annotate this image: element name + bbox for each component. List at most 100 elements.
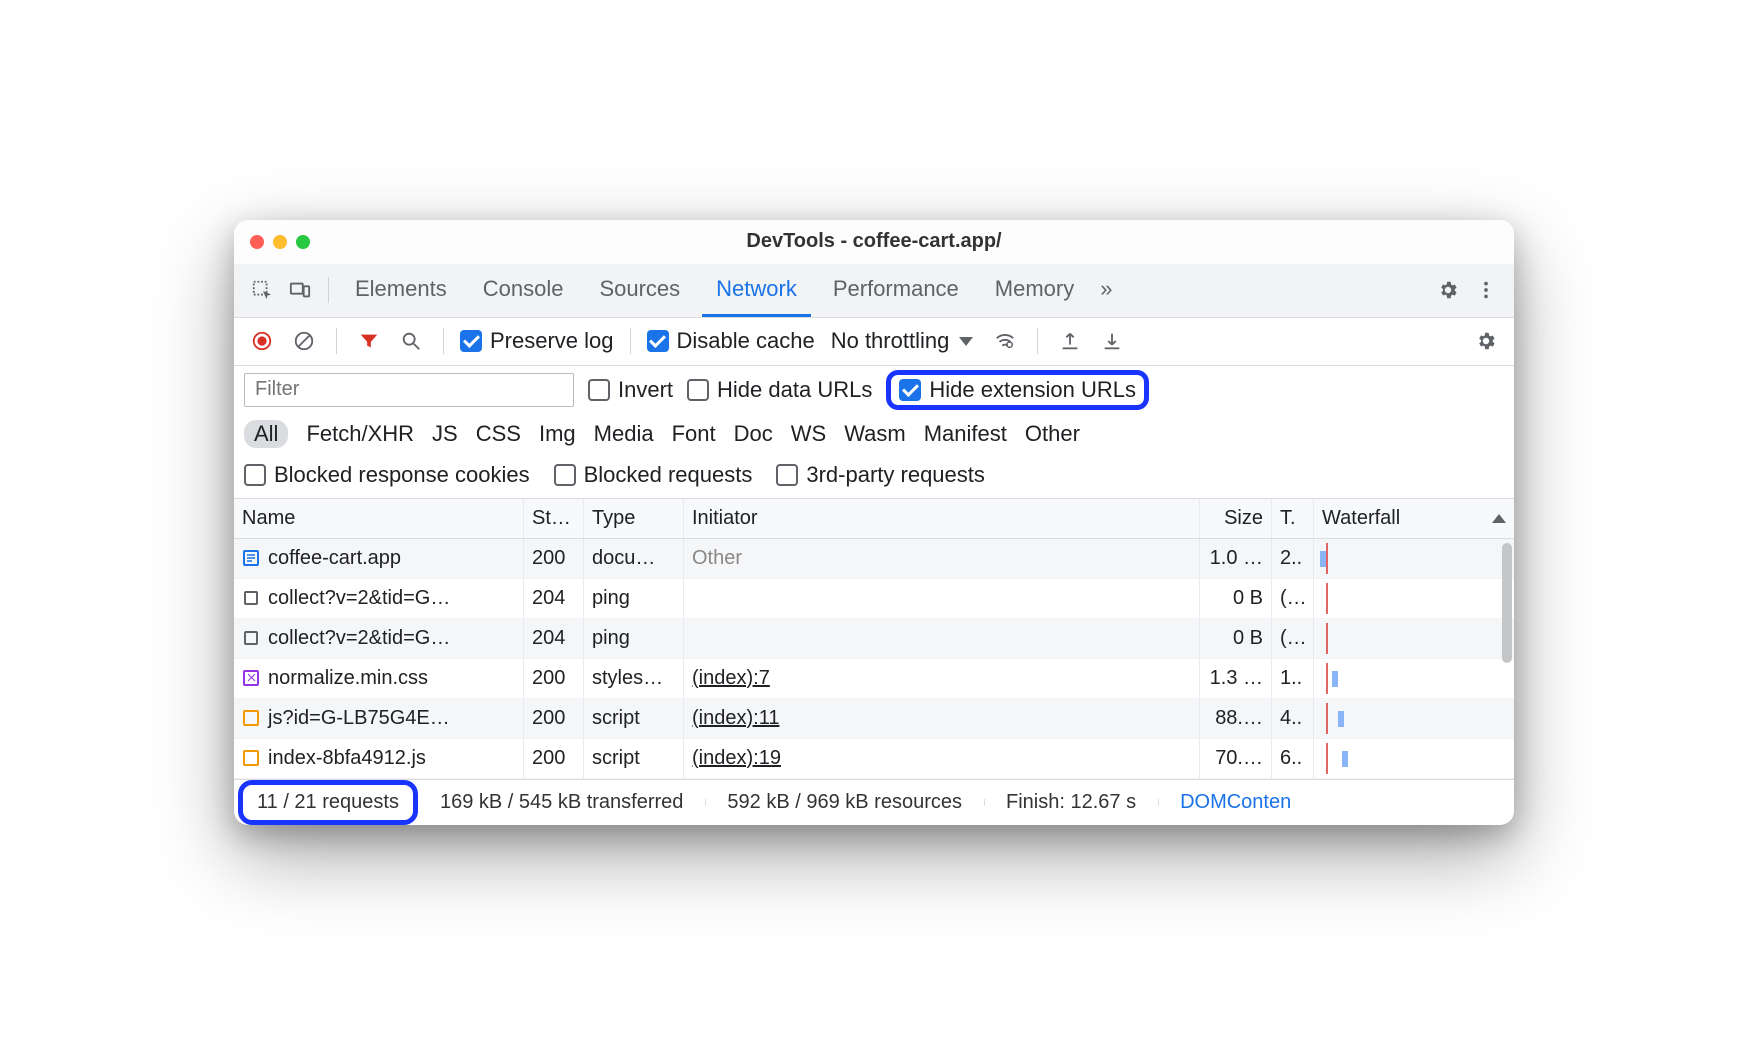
kebab-menu-icon[interactable]	[1470, 274, 1502, 306]
settings-icon[interactable]	[1432, 274, 1464, 306]
file-type-icon	[242, 669, 260, 687]
invert-label: Invert	[618, 377, 673, 403]
table-row[interactable]: collect?v=2&tid=G…204ping0 B(…	[234, 619, 1514, 659]
filter-row: Invert Hide data URLs Hide extension URL…	[234, 366, 1514, 414]
tab-memory[interactable]: Memory	[981, 263, 1088, 317]
blocked-cookies-checkbox[interactable]: Blocked response cookies	[244, 462, 530, 488]
hide-extension-urls-checkbox[interactable]: Hide extension URLs	[899, 377, 1136, 403]
requests-count-highlight: 11 / 21 requests	[238, 780, 418, 825]
more-tabs-button[interactable]: »	[1094, 263, 1118, 317]
panel-tabs: ElementsConsoleSourcesNetworkPerformance…	[341, 263, 1088, 317]
waterfall-marker	[1326, 663, 1328, 694]
window-title: DevTools - coffee-cart.app/	[234, 230, 1514, 253]
tab-network[interactable]: Network	[702, 263, 811, 317]
filter-type-ws[interactable]: WS	[791, 421, 826, 447]
request-time: 2..	[1272, 539, 1314, 578]
request-name: index-8bfa4912.js	[268, 747, 426, 770]
request-size: 1.0 …	[1200, 539, 1272, 578]
filter-type-js[interactable]: JS	[432, 421, 458, 447]
filter-input[interactable]	[244, 373, 574, 407]
request-size: 0 B	[1200, 579, 1272, 618]
tab-console[interactable]: Console	[469, 263, 578, 317]
waterfall-marker	[1326, 743, 1328, 774]
table-row[interactable]: coffee-cart.app200docu…Other1.0 …2..	[234, 539, 1514, 579]
tab-sources[interactable]: Sources	[585, 263, 694, 317]
col-waterfall[interactable]: Waterfall	[1314, 499, 1514, 538]
request-name: collect?v=2&tid=G…	[268, 587, 450, 610]
filter-type-img[interactable]: Img	[539, 421, 576, 447]
preserve-log-checkbox[interactable]: Preserve log	[460, 328, 614, 354]
request-status: 204	[524, 619, 584, 658]
checkbox-icon	[899, 379, 921, 401]
divider	[630, 328, 631, 354]
record-button[interactable]	[246, 325, 278, 357]
waterfall-cell	[1314, 619, 1514, 658]
col-type[interactable]: Type	[584, 499, 684, 538]
filter-type-other[interactable]: Other	[1025, 421, 1080, 447]
initiator-link[interactable]: (index):19	[692, 747, 781, 770]
device-toolbar-icon[interactable]	[284, 274, 316, 306]
waterfall-bar	[1342, 751, 1348, 767]
col-initiator[interactable]: Initiator	[684, 499, 1200, 538]
waterfall-cell	[1314, 699, 1514, 738]
hide-data-urls-checkbox[interactable]: Hide data URLs	[687, 377, 872, 403]
request-status: 200	[524, 699, 584, 738]
network-conditions-icon[interactable]	[989, 325, 1021, 357]
table-row[interactable]: collect?v=2&tid=G…204ping0 B(…	[234, 579, 1514, 619]
col-time[interactable]: T.	[1272, 499, 1314, 538]
waterfall-cell	[1314, 739, 1514, 778]
divider	[336, 328, 337, 354]
third-party-checkbox[interactable]: 3rd-party requests	[776, 462, 985, 488]
checkbox-icon	[647, 330, 669, 352]
filter-type-css[interactable]: CSS	[476, 421, 521, 447]
third-party-label: 3rd-party requests	[806, 462, 985, 488]
filter-type-manifest[interactable]: Manifest	[924, 421, 1007, 447]
disable-cache-label: Disable cache	[677, 328, 815, 354]
tab-elements[interactable]: Elements	[341, 263, 461, 317]
col-status[interactable]: St…	[524, 499, 584, 538]
disable-cache-checkbox[interactable]: Disable cache	[647, 328, 815, 354]
clear-log-button[interactable]	[288, 325, 320, 357]
table-row[interactable]: js?id=G-LB75G4E…200script(index):1188.…4…	[234, 699, 1514, 739]
blocked-requests-checkbox[interactable]: Blocked requests	[554, 462, 753, 488]
table-row[interactable]: normalize.min.css200styles…(index):71.3 …	[234, 659, 1514, 699]
import-har-icon[interactable]	[1096, 325, 1128, 357]
network-settings-icon[interactable]	[1470, 325, 1502, 357]
waterfall-marker	[1326, 543, 1328, 574]
blocked-cookies-label: Blocked response cookies	[274, 462, 530, 488]
col-name[interactable]: Name	[234, 499, 524, 538]
invert-checkbox[interactable]: Invert	[588, 377, 673, 403]
export-har-icon[interactable]	[1054, 325, 1086, 357]
checkbox-icon	[776, 464, 798, 486]
inspect-element-icon[interactable]	[246, 274, 278, 306]
filter-type-doc[interactable]: Doc	[734, 421, 773, 447]
resources-size: 592 kB / 969 kB resources	[705, 791, 984, 814]
initiator-link[interactable]: (index):7	[692, 667, 770, 690]
request-size: 1.3 …	[1200, 659, 1272, 698]
initiator-link[interactable]: (index):11	[692, 707, 779, 730]
filter-type-font[interactable]: Font	[672, 421, 716, 447]
checkbox-icon	[588, 379, 610, 401]
throttling-dropdown[interactable]: No throttling	[825, 328, 980, 354]
filter-type-media[interactable]: Media	[594, 421, 654, 447]
request-type: ping	[584, 619, 684, 658]
filter-type-all[interactable]: All	[244, 420, 288, 448]
filter-type-wasm[interactable]: Wasm	[844, 421, 906, 447]
checkbox-icon	[687, 379, 709, 401]
file-type-icon	[242, 709, 260, 727]
request-status: 204	[524, 579, 584, 618]
domcontent-link[interactable]: DOMConten	[1158, 791, 1313, 814]
search-icon[interactable]	[395, 325, 427, 357]
table-body: coffee-cart.app200docu…Other1.0 …2.. coll…	[234, 539, 1514, 779]
request-name: js?id=G-LB75G4E…	[268, 707, 450, 730]
request-name: coffee-cart.app	[268, 547, 401, 570]
col-size[interactable]: Size	[1200, 499, 1272, 538]
table-row[interactable]: index-8bfa4912.js200script(index):1970.……	[234, 739, 1514, 779]
filter-type-fetchxhr[interactable]: Fetch/XHR	[306, 421, 414, 447]
request-name: normalize.min.css	[268, 667, 428, 690]
transferred-size: 169 kB / 545 kB transferred	[418, 791, 705, 814]
request-time: (…	[1272, 619, 1314, 658]
file-type-icon	[242, 549, 260, 567]
tab-performance[interactable]: Performance	[819, 263, 973, 317]
filter-toggle-icon[interactable]	[353, 325, 385, 357]
